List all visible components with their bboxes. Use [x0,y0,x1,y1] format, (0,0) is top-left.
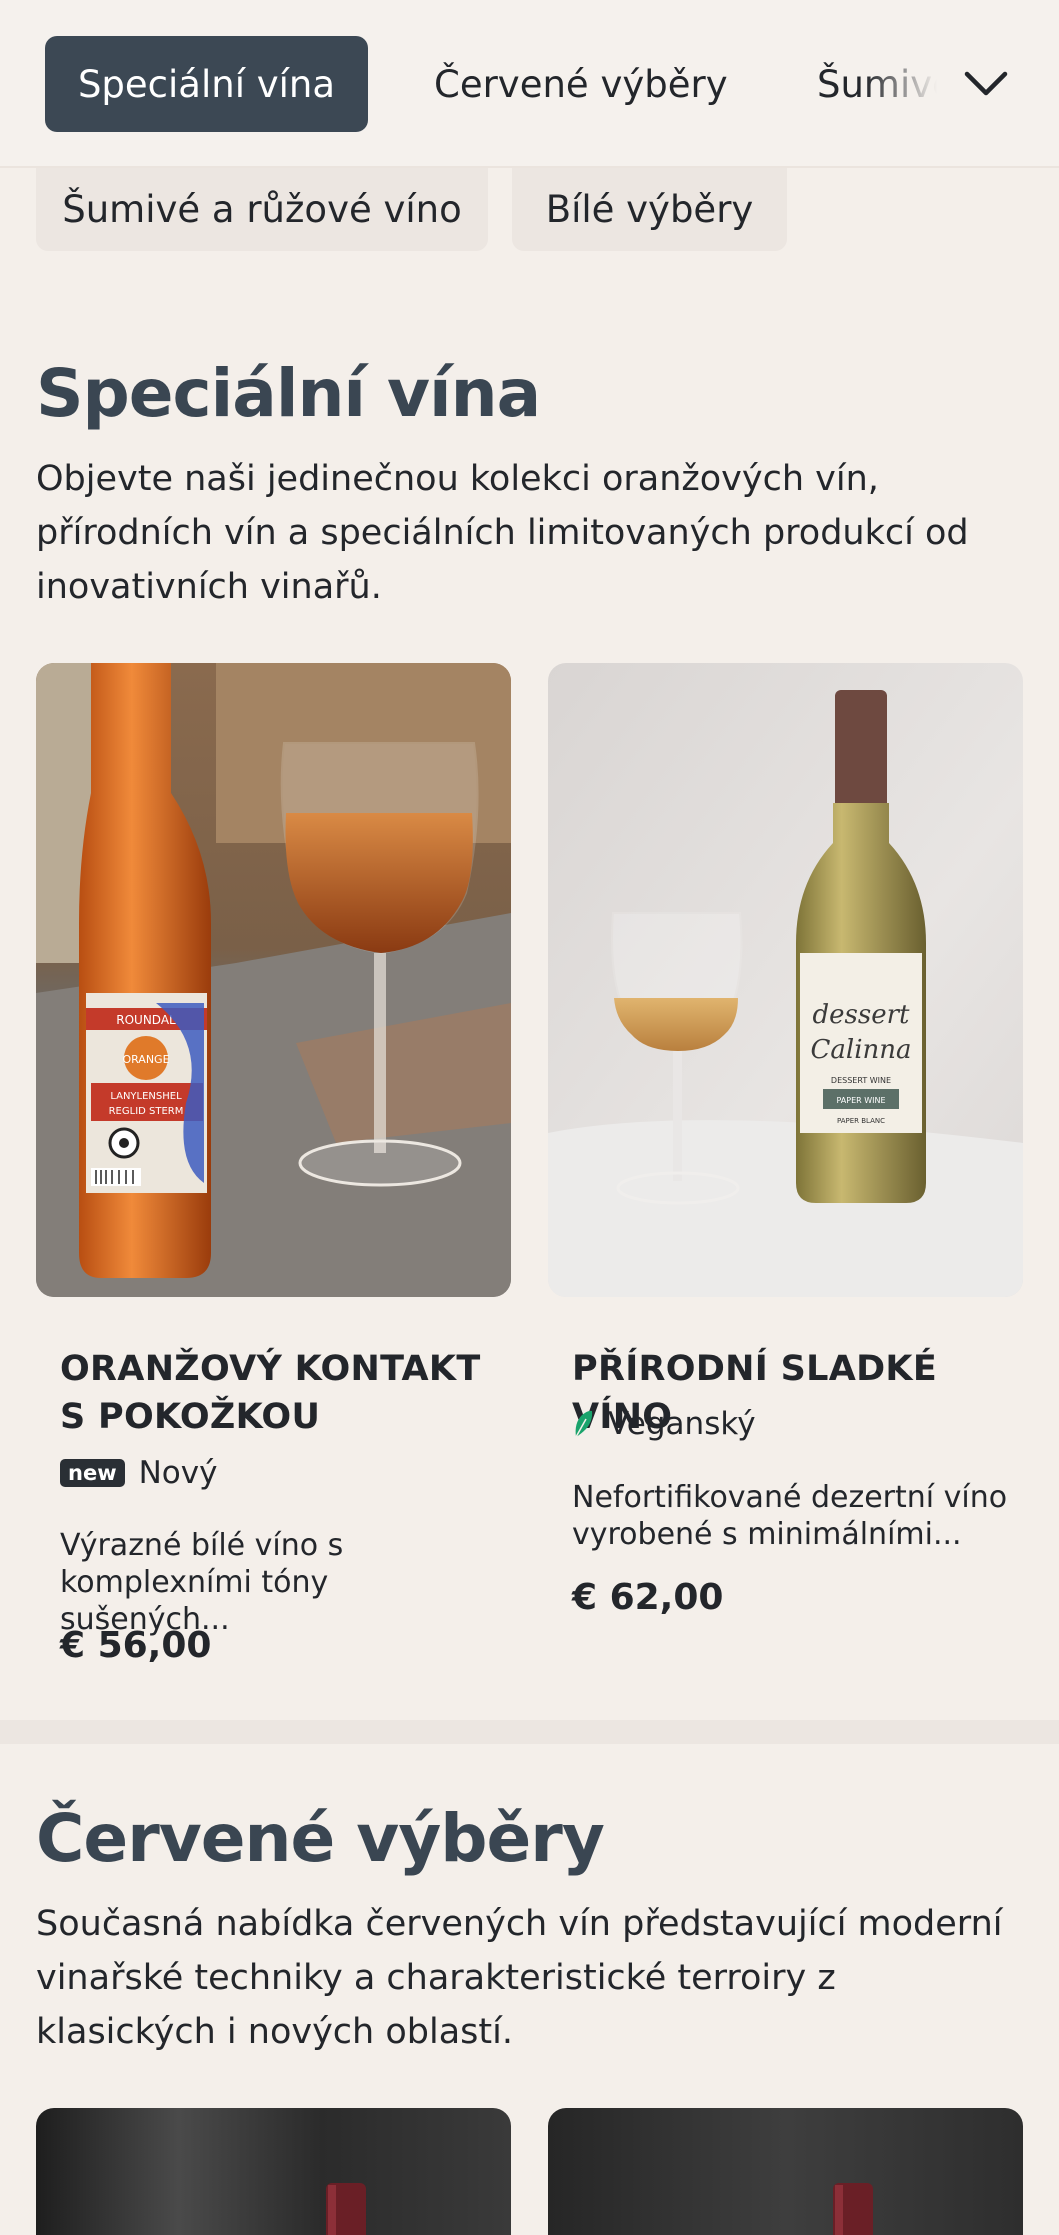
badge-label: Veganský [608,1406,756,1442]
label-script1: dessert [813,1000,911,1030]
label-script2: Calinna [810,1035,911,1065]
product-description: Nefortifikované dezertní víno vyrobené s… [572,1480,1008,1552]
section-title-special: Speciální vína [36,355,541,432]
section-title-red: Červené výběry [36,1800,605,1877]
tab-sparkling-rose[interactable]: Šumivé a růžové víno [36,168,488,251]
section-divider [0,1720,1059,1744]
label-line3: PAPER BLANC [837,1117,885,1125]
badge-label: Nový [138,1455,218,1491]
tab-red-selections[interactable]: Červené výběry [434,36,728,132]
section-description-special: Objevte naši jedinečnou kolekci oranžový… [36,459,969,607]
product-image-red-wine[interactable] [36,2108,511,2235]
label-brand: ROUNDAL [116,1013,176,1027]
product-image-orange-wine[interactable]: ROUNDAL ORANGE LANYLENSHEL REGLID STERM [36,663,511,1297]
product-image-red-wine[interactable] [548,2108,1023,2235]
product-price: € 56,00 [60,1625,212,1666]
tab-special-wines[interactable]: Speciální vína [45,36,368,132]
badge-row: new Nový [60,1455,217,1491]
label-line3: REGLID STERM [109,1106,184,1117]
new-icon: new [60,1459,125,1487]
label-line2: LANYLENSHEL [110,1091,182,1102]
category-nav: Speciální vína Červené výběry Šumivé [0,0,1059,168]
section-description-red: Současná nabídka červených vín představu… [36,1904,1003,2052]
tab-white-selections[interactable]: Bílé výběry [512,168,787,251]
label-line2: PAPER WINE [836,1096,885,1105]
product-image-dessert-wine[interactable]: dessert Calinna DESSERT WINE PAPER WINE … [548,663,1023,1297]
chevron-down-icon[interactable] [960,58,1012,110]
label-line1: DESSERT WINE [831,1076,891,1085]
product-price: € 62,00 [572,1577,724,1618]
product-description: Výrazné bílé víno s komplexními tóny suš… [60,1528,344,1637]
product-name[interactable]: ORANŽOVÝ KONTAKT S POKOŽKOU [60,1345,490,1441]
leaf-icon [572,1409,594,1439]
label-line1: ORANGE [122,1053,169,1066]
badge-row: Veganský [572,1406,756,1442]
tab-sparkling[interactable]: Šumivé [817,36,937,132]
